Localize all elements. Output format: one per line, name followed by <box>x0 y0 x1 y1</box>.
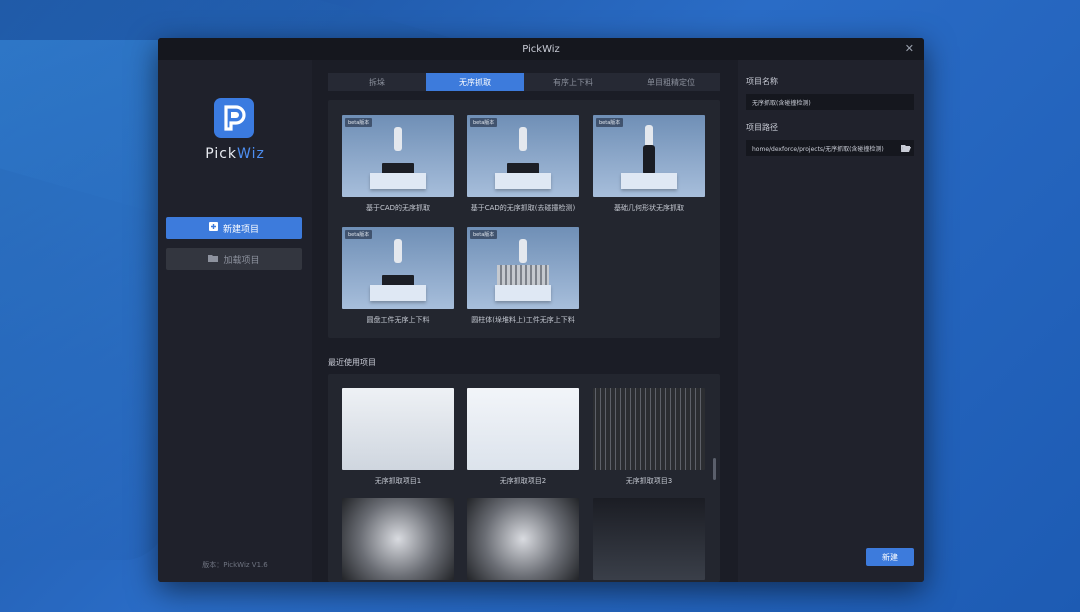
main-content: 拆垛 无序抓取 有序上下料 单目粗精定位 beta版本 基于CAD的无序抓取 b… <box>312 60 738 582</box>
platform-graphic <box>370 285 426 301</box>
template-thumbnail: beta版本 <box>467 115 579 197</box>
project-form-panel: 项目名称 项目路径 新建 <box>738 60 924 582</box>
project-thumbnail <box>467 388 579 470</box>
robot-arm-graphic <box>394 239 402 263</box>
platform-graphic <box>495 285 551 301</box>
template-card[interactable]: beta版本 基于CAD的无序抓取(去碰撞检测) <box>467 115 579 213</box>
recent-projects-panel: 无序抓取项目1 无序抓取项目2 无序抓取项目3 <box>328 374 720 582</box>
beta-badge: beta版本 <box>470 118 498 127</box>
platform-graphic <box>495 173 551 189</box>
folder-icon <box>208 254 219 265</box>
template-caption: 圆柱体(垛堆料上)工件无序上下料 <box>471 316 575 324</box>
new-project-button[interactable]: 新建项目 <box>166 217 302 239</box>
project-name-label: 项目名称 <box>746 77 778 86</box>
sidebar: PickWiz 新建项目 加载项目 版本：PickWiz V1.6 <box>158 60 312 582</box>
pickwiz-logo-icon <box>214 98 254 138</box>
project-thumbnail <box>342 388 454 470</box>
version-label: 版本：PickWiz V1.6 <box>202 561 268 569</box>
project-caption: 无序抓取项目2 <box>499 477 547 485</box>
tab-ordered-loading[interactable]: 有序上下料 <box>524 73 622 91</box>
logo-prefix: Pick <box>205 146 238 162</box>
template-card[interactable]: beta版本 基础几何形状无序抓取 <box>593 115 705 213</box>
template-thumbnail: beta版本 <box>593 115 705 197</box>
recent-projects-title: 最近使用项目 <box>328 358 376 367</box>
template-panel: beta版本 基于CAD的无序抓取 beta版本 基于CAD的无序抓取(去碰撞检… <box>328 100 720 338</box>
app-logo-text: PickWiz <box>158 146 312 162</box>
window-title: PickWiz <box>522 43 560 55</box>
tab-depalletizing[interactable]: 拆垛 <box>328 73 426 91</box>
template-card[interactable]: beta版本 圆柱体(垛堆料上)工件无序上下料 <box>467 227 579 325</box>
platform-graphic <box>370 173 426 189</box>
project-path-input[interactable] <box>746 140 914 156</box>
close-icon[interactable]: ✕ <box>905 42 914 55</box>
category-tabs: 拆垛 无序抓取 有序上下料 单目粗精定位 <box>328 73 720 91</box>
cylinder-graphic <box>643 145 655 175</box>
beta-badge: beta版本 <box>470 230 498 239</box>
platform-graphic <box>621 173 677 189</box>
recent-project-card[interactable] <box>467 498 579 582</box>
template-caption: 圆盘工件无序上下料 <box>366 316 430 324</box>
template-thumbnail: beta版本 <box>467 227 579 309</box>
robot-arm-graphic <box>519 127 527 151</box>
template-card[interactable]: beta版本 圆盘工件无序上下料 <box>342 227 454 325</box>
logo-suffix: Wiz <box>237 146 265 162</box>
recent-scrollbar[interactable] <box>713 458 716 480</box>
project-name-input[interactable] <box>746 94 914 110</box>
template-caption: 基于CAD的无序抓取(去碰撞检测) <box>470 204 576 212</box>
recent-project-card[interactable] <box>593 498 705 582</box>
app-window: PickWiz ✕ PickWiz 新建项目 加载项目 版本：PickWiz V… <box>158 38 924 582</box>
recent-project-card[interactable]: 无序抓取项目1 <box>342 388 454 486</box>
beta-badge: beta版本 <box>345 230 373 239</box>
open-project-label: 加载项目 <box>223 255 260 266</box>
plus-square-icon <box>208 222 218 234</box>
beta-badge: beta版本 <box>345 118 373 127</box>
robot-arm-graphic <box>394 127 402 151</box>
cylinder-array-graphic <box>497 265 549 287</box>
create-button[interactable]: 新建 <box>866 548 914 566</box>
recent-project-card[interactable]: 无序抓取项目2 <box>467 388 579 486</box>
recent-project-card[interactable]: 无序抓取项目3 <box>593 388 705 486</box>
beta-badge: beta版本 <box>596 118 624 127</box>
template-card[interactable]: beta版本 基于CAD的无序抓取 <box>342 115 454 213</box>
project-thumbnail <box>342 498 454 580</box>
project-path-label: 项目路径 <box>746 123 778 132</box>
template-caption: 基础几何形状无序抓取 <box>614 204 684 212</box>
template-thumbnail: beta版本 <box>342 227 454 309</box>
folder-open-icon[interactable] <box>900 140 912 156</box>
recent-project-card[interactable] <box>342 498 454 582</box>
title-bar: PickWiz ✕ <box>158 38 924 60</box>
project-caption: 无序抓取项目1 <box>374 477 422 485</box>
project-thumbnail <box>593 388 705 470</box>
project-thumbnail <box>467 498 579 580</box>
robot-arm-graphic <box>519 239 527 263</box>
template-thumbnail: beta版本 <box>342 115 454 197</box>
tab-mono-positioning[interactable]: 单目粗精定位 <box>622 73 720 91</box>
open-project-button[interactable]: 加载项目 <box>166 248 302 270</box>
project-caption: 无序抓取项目3 <box>625 477 673 485</box>
project-thumbnail <box>593 498 705 580</box>
new-project-label: 新建项目 <box>222 224 259 235</box>
tab-bin-picking[interactable]: 无序抓取 <box>426 73 524 91</box>
template-caption: 基于CAD的无序抓取 <box>365 204 431 212</box>
